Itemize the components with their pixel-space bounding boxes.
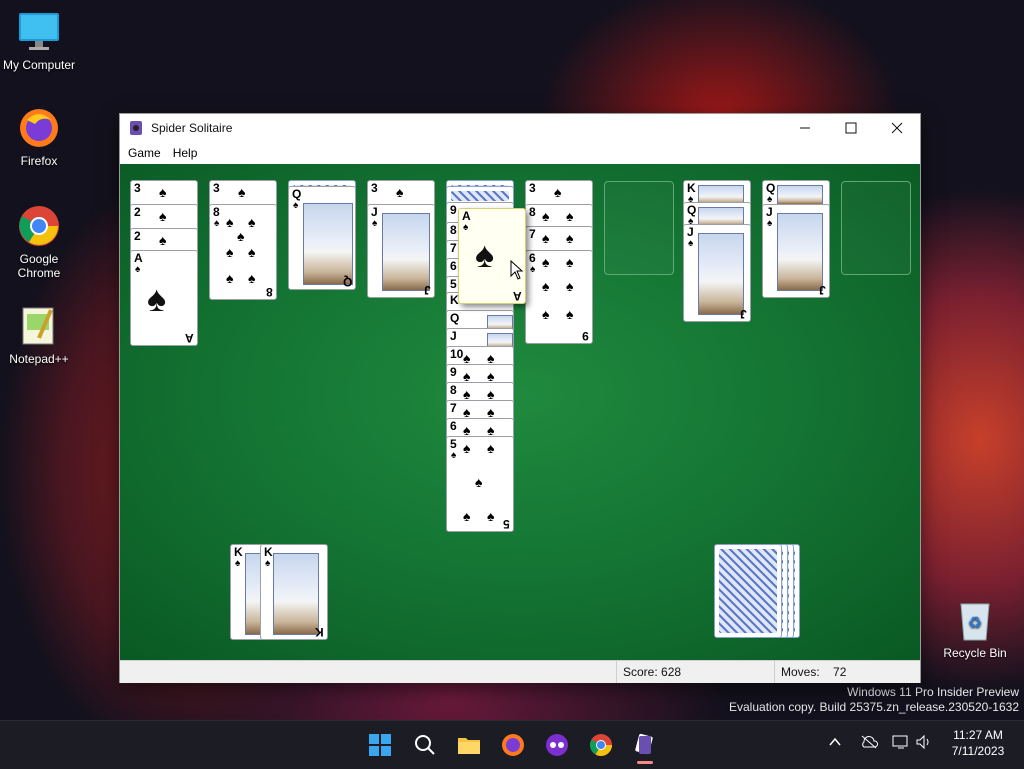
- volume-control[interactable]: [915, 734, 933, 753]
- desktop-icon-google-chrome[interactable]: Google Chrome: [1, 204, 77, 280]
- search-icon: [415, 735, 435, 755]
- card-five-of-spades[interactable]: 5 ♠ ♠ ♠ ♠ ♠ ♠ 5: [446, 436, 514, 532]
- app-taskbar-button[interactable]: [543, 731, 571, 759]
- menu-game[interactable]: Game: [122, 146, 167, 160]
- firefox-taskbar-button[interactable]: [499, 731, 527, 759]
- windows-watermark: Windows 11 Pro Insider Preview Evaluatio…: [729, 685, 1019, 715]
- chrome-taskbar-button[interactable]: [587, 731, 615, 759]
- firefox-icon: [17, 106, 61, 150]
- menu-bar: Game Help: [120, 142, 920, 164]
- watermark-line-1: Windows 11 Pro Insider Preview: [847, 685, 1019, 699]
- chrome-icon: [17, 204, 61, 248]
- maximize-button[interactable]: [828, 114, 874, 142]
- monitor-icon: [17, 10, 61, 54]
- desktop-icon-recycle-bin[interactable]: ♻ Recycle Bin: [937, 598, 1013, 660]
- card-jack-of-spades[interactable]: J ♠ J: [367, 204, 435, 298]
- card-ace-of-spades[interactable]: A ♠ ♠ A: [130, 250, 198, 346]
- card-jack-of-spades[interactable]: J ♠ J: [762, 204, 830, 298]
- active-indicator: [637, 761, 653, 764]
- moves-display: Moves: 72: [774, 661, 911, 683]
- card-nine-of-spades[interactable]: 6 ♠ ♠ ♠ ♠ ♠ ♠ ♠ 9: [525, 250, 593, 344]
- file-explorer-button[interactable]: [455, 731, 483, 759]
- recycle-bin-icon: ♻: [953, 598, 997, 642]
- card-back[interactable]: [714, 544, 782, 638]
- spider-solitaire-window[interactable]: Spider Solitaire Game Help 3 ♠ 2 ♠ 2 ♠ A ♠ ♠ A…: [120, 114, 920, 683]
- close-icon: [891, 122, 903, 134]
- spider-solitaire-icon: [635, 733, 653, 755]
- speaker-icon: [916, 734, 929, 750]
- spider-app-icon: [128, 120, 144, 136]
- minimize-icon: [800, 127, 810, 129]
- card-eight-of-spades[interactable]: 8 ♠ ♠ ♠ ♠ ♠ ♠ ♠ ♠ 8: [209, 204, 277, 300]
- card-queen-of-spades[interactable]: Q ♠ Q: [288, 186, 356, 290]
- clock-date: 7/11/2023: [951, 744, 1005, 758]
- minimize-button[interactable]: [782, 114, 828, 142]
- desktop-icon-my-computer[interactable]: My Computer: [1, 10, 77, 72]
- start-button[interactable]: [366, 731, 394, 759]
- tableau-column-7-empty[interactable]: [604, 181, 674, 275]
- desktop-icon-notepad-plus-plus[interactable]: Notepad++: [1, 304, 77, 366]
- maximize-icon: [845, 122, 857, 134]
- folder-icon: [458, 738, 480, 754]
- mask-app-icon: [546, 734, 568, 756]
- watermark-line-2: Evaluation copy. Build 25375.zn_release.…: [729, 700, 1019, 714]
- clock-time: 11:27 AM: [953, 728, 1003, 742]
- menu-help[interactable]: Help: [167, 146, 204, 160]
- close-button[interactable]: [874, 114, 920, 142]
- firefox-icon: [502, 734, 524, 756]
- notepad-plus-plus-icon: [17, 304, 61, 348]
- dragging-card-ace-of-spades[interactable]: A ♠ ♠ A: [458, 208, 526, 304]
- network-icon: [892, 735, 908, 749]
- desktop-icon-label: Google Chrome: [17, 252, 61, 280]
- cloud-offline-icon: [861, 735, 879, 749]
- desktop-icon-label: My Computer: [2, 58, 76, 72]
- spider-solitaire-taskbar-button[interactable]: [631, 731, 659, 764]
- clock[interactable]: 11:27 AM 7/11/2023: [946, 727, 1010, 759]
- desktop-icon-label: Recycle Bin: [943, 646, 1007, 660]
- mouse-cursor-icon: [510, 260, 524, 280]
- onedrive-status[interactable]: [860, 735, 879, 752]
- status-bar: Score: 628 Moves: 72: [120, 660, 920, 683]
- tableau-column-10-empty[interactable]: [841, 181, 911, 275]
- svg-text:♻: ♻: [968, 615, 982, 632]
- chevron-up-icon: [829, 737, 841, 746]
- card-jack-of-spades[interactable]: J ♠ J: [683, 224, 751, 322]
- desktop-icon-label: Notepad++: [9, 352, 69, 366]
- completed-king-stack: K ♠ K: [260, 544, 328, 640]
- windows-logo-icon: [369, 734, 391, 756]
- show-hidden-icons-button[interactable]: [828, 735, 842, 752]
- moves-label: Moves:: [781, 665, 820, 679]
- search-button[interactable]: [411, 731, 439, 759]
- network-status[interactable]: [892, 734, 910, 753]
- window-title: Spider Solitaire: [151, 121, 233, 135]
- title-bar[interactable]: Spider Solitaire: [120, 114, 920, 142]
- score-display: Score: 628: [616, 661, 773, 683]
- desktop-icon-label: Firefox: [20, 154, 58, 168]
- moves-value: 72: [833, 665, 847, 679]
- game-table[interactable]: 3 ♠ 2 ♠ 2 ♠ A ♠ ♠ A 3 ♠ 8 ♠ ♠ ♠ ♠ ♠ ♠ ♠ ♠ 8 Q ♠ Q: [120, 164, 920, 660]
- chrome-icon: [590, 734, 612, 756]
- desktop-icon-firefox[interactable]: Firefox: [1, 106, 77, 168]
- taskbar: 11:27 AM 7/11/2023: [0, 720, 1024, 769]
